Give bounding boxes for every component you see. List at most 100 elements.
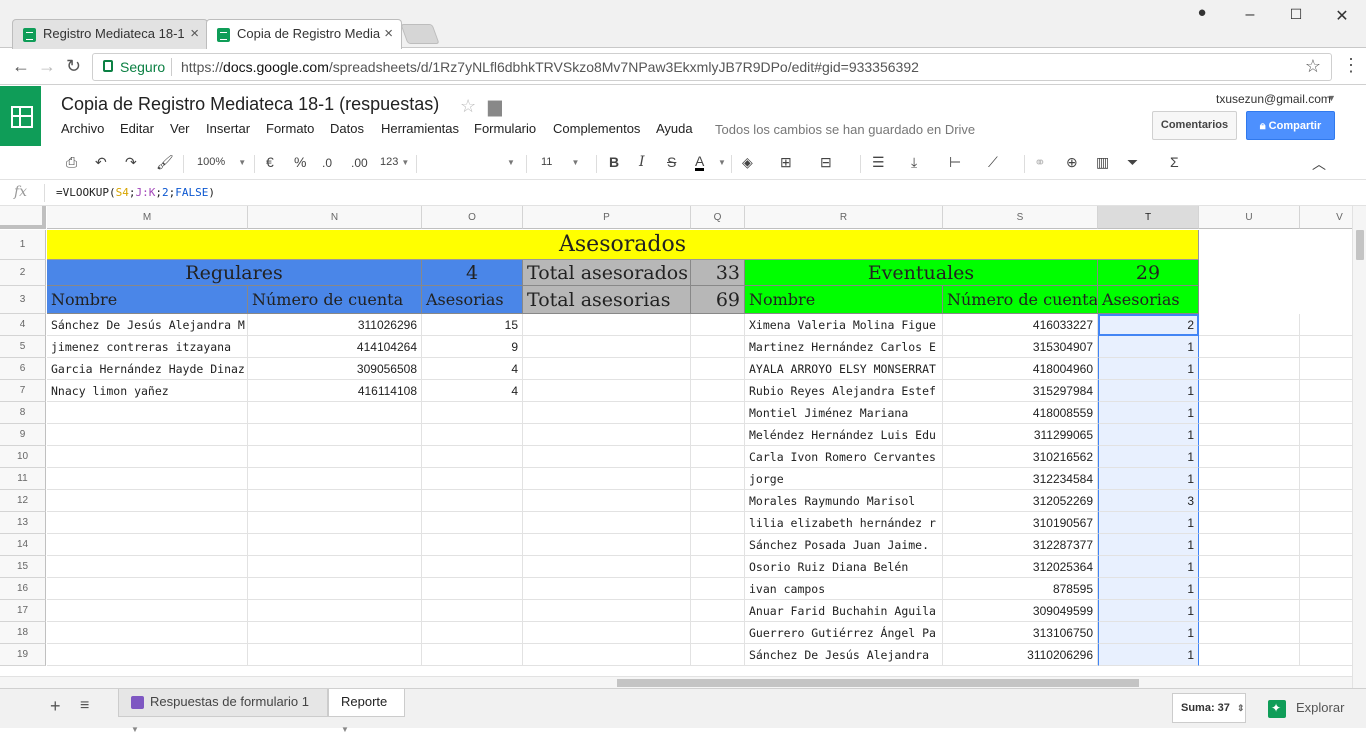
eventuales-nombre-cell[interactable]: Rubio Reyes Alejandra Estef xyxy=(745,380,943,402)
cell[interactable] xyxy=(1300,336,1352,358)
filter-icon[interactable]: ⏷ xyxy=(1127,154,1138,171)
cell[interactable] xyxy=(691,314,745,336)
folder-icon[interactable]: ▆ xyxy=(488,96,502,117)
cell[interactable] xyxy=(1300,358,1352,380)
vertical-align-icon[interactable]: ⤓ xyxy=(911,154,917,171)
print-icon[interactable]: ⎙ xyxy=(66,154,77,171)
eventuales-cuenta-cell[interactable]: 309049599 xyxy=(943,600,1098,622)
reload-icon[interactable]: ↻ xyxy=(66,56,81,77)
regulares-cuenta-cell[interactable] xyxy=(248,424,422,446)
font-family-dropdown-icon[interactable]: ▼ xyxy=(507,158,515,167)
column-header-q[interactable]: Q xyxy=(691,206,745,229)
new-tab-button[interactable] xyxy=(400,24,440,44)
merge-cells-icon[interactable]: ⊟ xyxy=(820,154,832,171)
text-rotation-icon[interactable]: ⟋ xyxy=(988,154,998,171)
cell[interactable] xyxy=(1300,578,1352,600)
menu-insertar[interactable]: Insertar xyxy=(206,121,250,136)
regulares-cuenta-cell[interactable] xyxy=(248,578,422,600)
cell[interactable] xyxy=(1199,314,1300,336)
regulares-nombre-cell[interactable] xyxy=(47,534,248,556)
eventuales-cuenta-cell[interactable]: 315297984 xyxy=(943,380,1098,402)
cell[interactable] xyxy=(1300,424,1352,446)
eventuales-nombre-cell[interactable]: Guerrero Gutiérrez Ángel Pa xyxy=(745,622,943,644)
horizontal-scrollbar[interactable] xyxy=(0,676,1352,688)
total-asesorias-label[interactable]: Total asesorias xyxy=(523,286,691,314)
eventuales-count[interactable]: 29 xyxy=(1098,260,1199,286)
column-header-m[interactable]: M xyxy=(47,206,248,229)
cell[interactable] xyxy=(1300,512,1352,534)
cell[interactable] xyxy=(1199,556,1300,578)
eventuales-nombre-cell[interactable]: AYALA ARROYO ELSY MONSERRAT xyxy=(745,358,943,380)
sheet-tab-reporte[interactable]: Reporte ▼ xyxy=(328,689,405,734)
number-format-select[interactable]: 123 ▼ xyxy=(380,156,409,168)
column-header-v[interactable]: V xyxy=(1300,206,1352,229)
regulares-asesorias-cell[interactable]: 9 xyxy=(422,336,523,358)
cell[interactable] xyxy=(1300,468,1352,490)
regulares-cuenta-cell[interactable] xyxy=(248,600,422,622)
eventuales-cuenta-cell[interactable]: 878595 xyxy=(943,578,1098,600)
regulares-asesorias-cell[interactable] xyxy=(422,578,523,600)
eventuales-nombre-cell[interactable]: Martinez Hernández Carlos E xyxy=(745,336,943,358)
regulares-nombre-cell[interactable] xyxy=(47,402,248,424)
cell[interactable] xyxy=(523,424,691,446)
regulares-cuenta-cell[interactable] xyxy=(248,556,422,578)
cell[interactable] xyxy=(1199,534,1300,556)
numero-cuenta-header-eventuales[interactable]: Número de cuenta xyxy=(943,286,1098,314)
cell[interactable] xyxy=(691,600,745,622)
cell[interactable] xyxy=(691,468,745,490)
row-header-8[interactable]: 8 xyxy=(0,402,46,424)
account-dropdown-icon[interactable]: ▼ xyxy=(1327,93,1336,103)
cell[interactable] xyxy=(523,336,691,358)
eventuales-asesorias-cell[interactable]: 1 xyxy=(1098,424,1199,446)
row-header-13[interactable]: 13 xyxy=(0,512,46,534)
browser-tab-registro[interactable]: Registro Mediateca 18-1 × xyxy=(12,19,208,49)
select-all-corner[interactable] xyxy=(0,206,46,229)
menu-datos[interactable]: Datos xyxy=(330,121,364,136)
regulares-nombre-cell[interactable] xyxy=(47,490,248,512)
cell[interactable] xyxy=(523,446,691,468)
cell[interactable] xyxy=(1199,622,1300,644)
zoom-select[interactable]: 100% ▼ xyxy=(197,156,246,168)
eventuales-cuenta-cell[interactable]: 416033227 xyxy=(943,314,1098,336)
eventuales-cuenta-cell[interactable]: 312025364 xyxy=(943,556,1098,578)
column-header-n[interactable]: N xyxy=(248,206,422,229)
eventuales-asesorias-cell[interactable]: 1 xyxy=(1098,622,1199,644)
horizontal-scroll-thumb[interactable] xyxy=(617,679,1139,687)
row-header-15[interactable]: 15 xyxy=(0,556,46,578)
cell[interactable] xyxy=(523,534,691,556)
eventuales-nombre-cell[interactable]: Ximena Valeria Molina Figue xyxy=(745,314,943,336)
cell[interactable] xyxy=(1199,512,1300,534)
document-title[interactable]: Copia de Registro Mediateca 18-1 (respue… xyxy=(61,94,439,115)
eventuales-nombre-cell[interactable]: Carla Ivon Romero Cervantes xyxy=(745,446,943,468)
regulares-nombre-cell[interactable]: Nnacy limon yañez xyxy=(47,380,248,402)
eventuales-asesorias-cell[interactable]: 1 xyxy=(1098,600,1199,622)
regulares-asesorias-cell[interactable] xyxy=(422,534,523,556)
cell[interactable] xyxy=(1199,446,1300,468)
cell[interactable] xyxy=(691,490,745,512)
regulares-nombre-cell[interactable] xyxy=(47,600,248,622)
explore-button[interactable]: Explorar xyxy=(1258,691,1358,725)
eventuales-cuenta-cell[interactable]: 315304907 xyxy=(943,336,1098,358)
undo-icon[interactable]: ↶ xyxy=(95,154,107,171)
row-header-9[interactable]: 9 xyxy=(0,424,46,446)
menu-archivo[interactable]: Archivo xyxy=(61,121,104,136)
row-header-16[interactable]: 16 xyxy=(0,578,46,600)
regulares-nombre-cell[interactable]: Garcia Hernández Hayde Dinaz xyxy=(47,358,248,380)
eventuales-asesorias-cell[interactable]: 1 xyxy=(1098,402,1199,424)
column-header-u[interactable]: U xyxy=(1199,206,1300,229)
cell[interactable] xyxy=(1199,358,1300,380)
regulares-asesorias-cell[interactable] xyxy=(422,424,523,446)
cell[interactable] xyxy=(1300,644,1352,666)
eventuales-nombre-cell[interactable]: lilia elizabeth hernández r xyxy=(745,512,943,534)
vertical-scrollbar[interactable] xyxy=(1352,206,1366,688)
eventuales-nombre-cell[interactable]: ivan campos xyxy=(745,578,943,600)
cell[interactable] xyxy=(691,578,745,600)
regulares-nombre-cell[interactable] xyxy=(47,556,248,578)
eventuales-cuenta-cell[interactable]: 310190567 xyxy=(943,512,1098,534)
cell[interactable] xyxy=(1300,622,1352,644)
regulares-cuenta-cell[interactable]: 416114108 xyxy=(248,380,422,402)
regulares-asesorias-cell[interactable] xyxy=(422,644,523,666)
eventuales-asesorias-cell[interactable]: 1 xyxy=(1098,358,1199,380)
asesorias-header[interactable]: Asesorias xyxy=(422,286,523,314)
share-button[interactable]: 🔒︎ Compartir xyxy=(1246,111,1335,140)
